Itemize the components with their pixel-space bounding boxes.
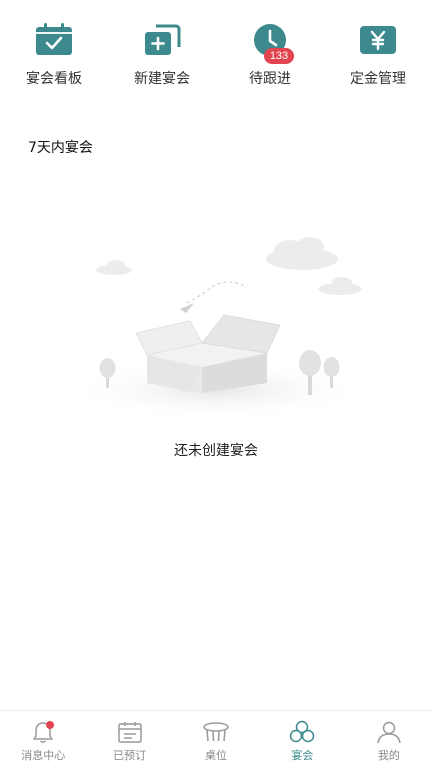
quick-action-label: 定金管理 (350, 71, 406, 87)
user-icon (375, 720, 403, 744)
banquet-icon (288, 720, 316, 744)
quick-action-banquet-board[interactable]: 宴会看板 (0, 20, 108, 90)
add-copy-icon (142, 20, 182, 60)
table-icon (202, 720, 230, 744)
tab-tables[interactable]: 桌位 (173, 711, 259, 768)
quick-action-new-banquet[interactable]: 新建宴会 (108, 20, 216, 90)
section-title: 7天内宴会 (28, 140, 93, 156)
quick-action-label: 待跟进 (249, 71, 291, 87)
bottom-tab-bar: 消息中心 已预订 桌位 宴会 我的 (0, 710, 432, 768)
empty-box-illustration (62, 225, 372, 420)
tab-mine[interactable]: 我的 (346, 711, 432, 768)
calendar-check-icon (34, 20, 74, 60)
tab-label: 消息中心 (21, 749, 66, 762)
quick-actions: 宴会看板 新建宴会 133 待跟进 定金管理 (0, 20, 432, 90)
tab-booked[interactable]: 已预订 (86, 711, 172, 768)
quick-action-label: 宴会看板 (26, 71, 82, 87)
tab-label: 宴会 (291, 749, 314, 762)
tab-label: 已预订 (113, 749, 147, 762)
yen-icon (358, 20, 398, 60)
empty-state-text: 还未创建宴会 (174, 443, 258, 459)
quick-action-label: 新建宴会 (134, 71, 190, 87)
clock-icon: 133 (250, 20, 294, 64)
tab-label: 我的 (377, 749, 400, 762)
follow-up-count-badge: 133 (264, 48, 294, 64)
quick-action-deposit[interactable]: 定金管理 (324, 20, 432, 90)
tab-banquet[interactable]: 宴会 (259, 711, 345, 768)
tab-label: 桌位 (205, 749, 228, 762)
calendar-icon (116, 720, 144, 744)
bell-icon (29, 720, 57, 744)
tab-messages[interactable]: 消息中心 (0, 711, 86, 768)
quick-action-follow-up[interactable]: 133 待跟进 (216, 20, 324, 90)
